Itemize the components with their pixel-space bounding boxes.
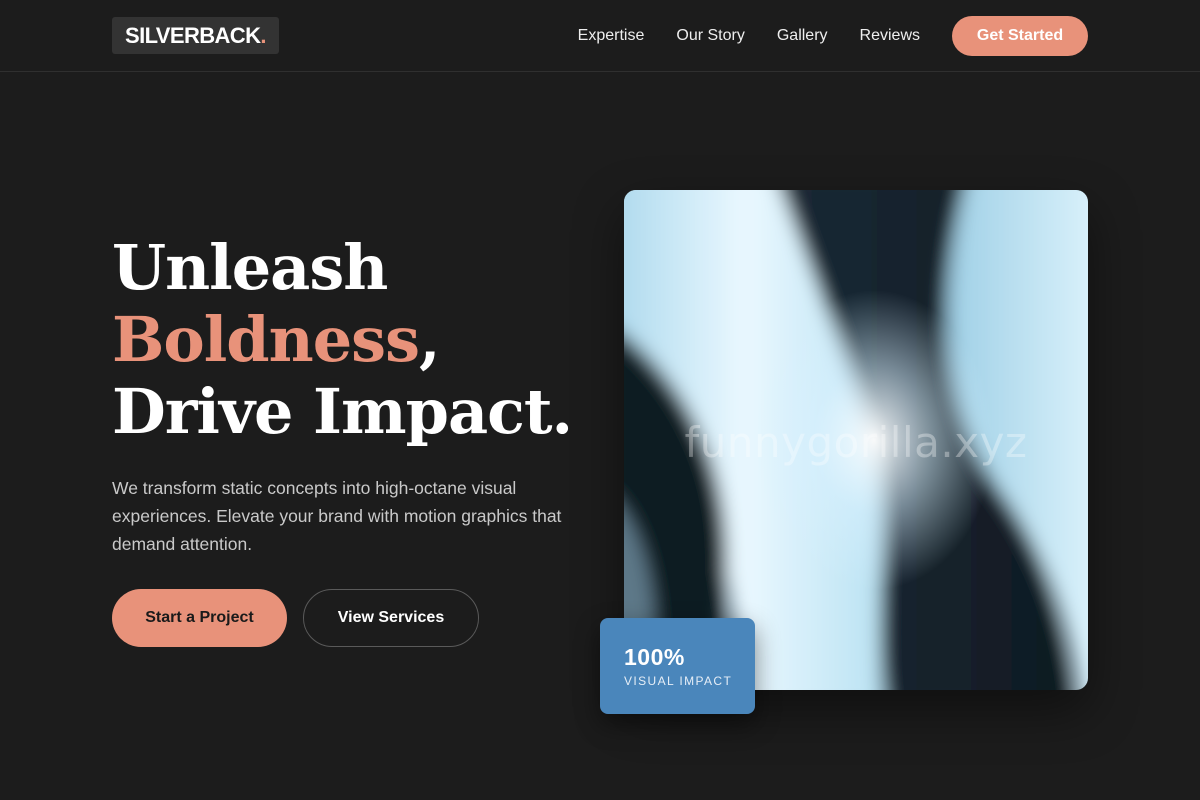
headline-line-3: Drive Impact. bbox=[112, 375, 573, 448]
watermark-text: funnygorilla.xyz bbox=[684, 418, 1028, 467]
hero-actions: Start a Project View Services bbox=[112, 589, 479, 647]
nav-link-gallery[interactable]: Gallery bbox=[777, 27, 828, 45]
nav-link-our-story[interactable]: Our Story bbox=[676, 27, 744, 45]
headline-accent: Boldness bbox=[112, 303, 420, 376]
stat-value: 100% bbox=[624, 644, 685, 670]
logo[interactable]: SILVERBACK. bbox=[112, 17, 279, 54]
hero-subtitle: We transform static concepts into high-o… bbox=[112, 478, 562, 554]
headline-line-1: Unleash bbox=[112, 231, 388, 304]
headline-comma: , bbox=[419, 303, 441, 376]
nav-link-expertise[interactable]: Expertise bbox=[578, 27, 645, 45]
logo-dot: . bbox=[260, 22, 266, 48]
start-project-button[interactable]: Start a Project bbox=[112, 589, 287, 647]
get-started-button[interactable]: Get Started bbox=[952, 16, 1088, 56]
hero-headline: Unleash Boldness, Drive Impact. bbox=[112, 231, 573, 448]
main-nav: Expertise Our Story Gallery Reviews Get … bbox=[578, 0, 1088, 72]
logo-text: SILVERBACK bbox=[125, 22, 261, 48]
hero-image: funnygorilla.xyz bbox=[624, 190, 1088, 690]
stat-label: VISUAL IMPACT bbox=[624, 674, 733, 688]
visual-impact-card: 100% VISUAL IMPACT bbox=[600, 618, 755, 714]
view-services-button[interactable]: View Services bbox=[303, 589, 479, 647]
site-header: SILVERBACK. Expertise Our Story Gallery … bbox=[0, 0, 1200, 72]
nav-link-reviews[interactable]: Reviews bbox=[860, 27, 920, 45]
